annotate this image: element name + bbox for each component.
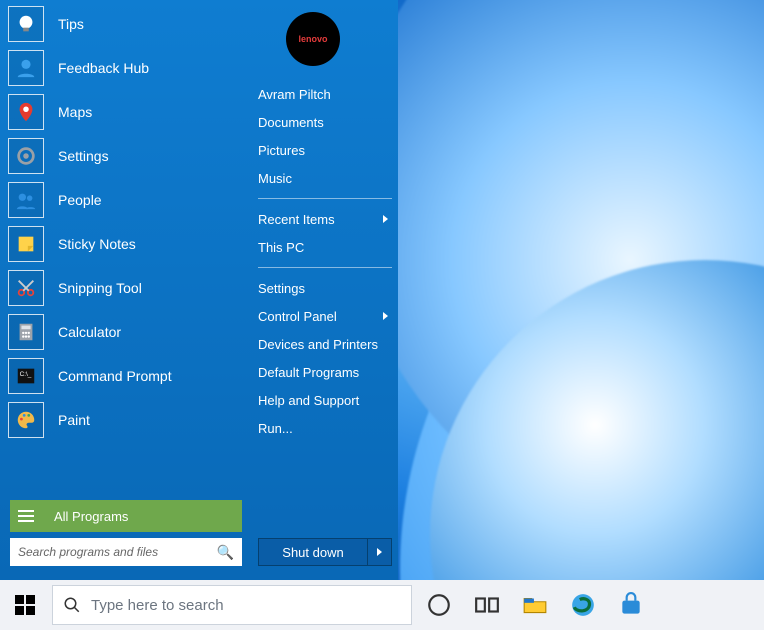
chevron-right-icon [383,215,388,223]
app-label: Settings [58,148,109,164]
right-item-devices-and-printers[interactable]: Devices and Printers [258,330,392,358]
app-item-settings[interactable]: Settings [4,134,248,178]
right-item-pictures[interactable]: Pictures [258,136,392,164]
windows-logo-icon [15,595,35,615]
app-item-sticky-notes[interactable]: Sticky Notes [4,222,248,266]
right-item-label: Help and Support [258,393,359,408]
people-icon [8,182,44,218]
start-button[interactable] [0,580,50,630]
separator [258,267,392,268]
right-item-settings[interactable]: Settings [258,274,392,302]
right-item-run-[interactable]: Run... [258,414,392,442]
app-label: Tips [58,16,84,32]
folder-icon [522,592,548,618]
chevron-right-icon [377,548,382,556]
taskbar: Type here to search [0,580,764,630]
list-icon [18,505,40,527]
app-label: Feedback Hub [58,60,149,76]
taskbar-search-placeholder: Type here to search [91,597,224,614]
note-icon [8,226,44,262]
app-label: Command Prompt [58,368,172,384]
circle-icon [426,592,452,618]
right-item-label: Settings [258,281,305,296]
right-item-label: Default Programs [258,365,359,380]
right-item-label: Documents [258,115,324,130]
app-item-maps[interactable]: Maps [4,90,248,134]
shutdown-options-button[interactable] [368,538,392,566]
right-item-music[interactable]: Music [258,164,392,192]
lightbulb-icon [8,6,44,42]
start-menu-right-panel: lenovo Avram Piltch Documents Pictures Musi… [248,0,398,580]
cortana-button[interactable] [426,592,452,618]
task-view-icon [474,592,500,618]
taskbar-pinned-apps [426,580,644,630]
right-item-label: Recent Items [258,212,335,227]
store-icon [618,592,644,618]
right-item-default-programs[interactable]: Default Programs [258,358,392,386]
app-item-calculator[interactable]: Calculator [4,310,248,354]
app-item-feedback-hub[interactable]: Feedback Hub [4,46,248,90]
right-item-this-pc[interactable]: This PC [258,233,392,261]
right-item-label: Run... [258,421,293,436]
shutdown-button[interactable]: Shut down [258,538,368,566]
chevron-right-icon [383,312,388,320]
app-label: Calculator [58,324,121,340]
app-item-paint[interactable]: Paint [4,398,248,442]
user-avatar[interactable]: lenovo [286,12,340,66]
right-item-label: Avram Piltch [258,87,331,102]
app-item-command-prompt[interactable]: Command Prompt [4,354,248,398]
shutdown-split-button: Shut down [258,538,392,566]
right-item-label: Music [258,171,292,186]
shutdown-label: Shut down [282,545,343,560]
right-item-recent-items[interactable]: Recent Items [258,205,392,233]
taskbar-search-input[interactable]: Type here to search [52,585,412,625]
all-programs-label: All Programs [54,509,128,524]
right-item-avram-piltch[interactable]: Avram Piltch [258,80,392,108]
scissors-icon [8,270,44,306]
palette-icon [8,402,44,438]
cmd-icon [8,358,44,394]
calculator-icon [8,314,44,350]
app-label: Paint [58,412,90,428]
right-item-label: Control Panel [258,309,337,324]
search-placeholder: Search programs and files [18,545,158,559]
search-icon: 🔍 [217,544,234,561]
right-item-label: Devices and Printers [258,337,378,352]
right-item-control-panel[interactable]: Control Panel [258,302,392,330]
gear-icon [8,138,44,174]
avatar-label: lenovo [298,35,327,44]
start-menu: Tips Feedback Hub Maps Settings People Sticky… [0,0,398,580]
app-label: People [58,192,102,208]
edge-button[interactable] [570,592,596,618]
right-item-label: Pictures [258,143,305,158]
task-view-button[interactable] [474,592,500,618]
all-programs-button[interactable]: All Programs [10,500,242,532]
edge-icon [570,592,596,618]
app-item-snipping-tool[interactable]: Snipping Tool [4,266,248,310]
separator [258,198,392,199]
pin-icon [8,94,44,130]
app-label: Maps [58,104,92,120]
app-item-tips[interactable]: Tips [4,2,248,46]
right-item-documents[interactable]: Documents [258,108,392,136]
app-label: Snipping Tool [58,280,142,296]
start-menu-search-input[interactable]: Search programs and files 🔍 [10,538,242,566]
app-label: Sticky Notes [58,236,136,252]
file-explorer-button[interactable] [522,592,548,618]
app-item-people[interactable]: People [4,178,248,222]
store-button[interactable] [618,592,644,618]
start-menu-left-panel: Tips Feedback Hub Maps Settings People Sticky… [0,0,248,580]
right-item-help-and-support[interactable]: Help and Support [258,386,392,414]
person-icon [8,50,44,86]
right-item-label: This PC [258,240,304,255]
search-icon [63,596,81,614]
